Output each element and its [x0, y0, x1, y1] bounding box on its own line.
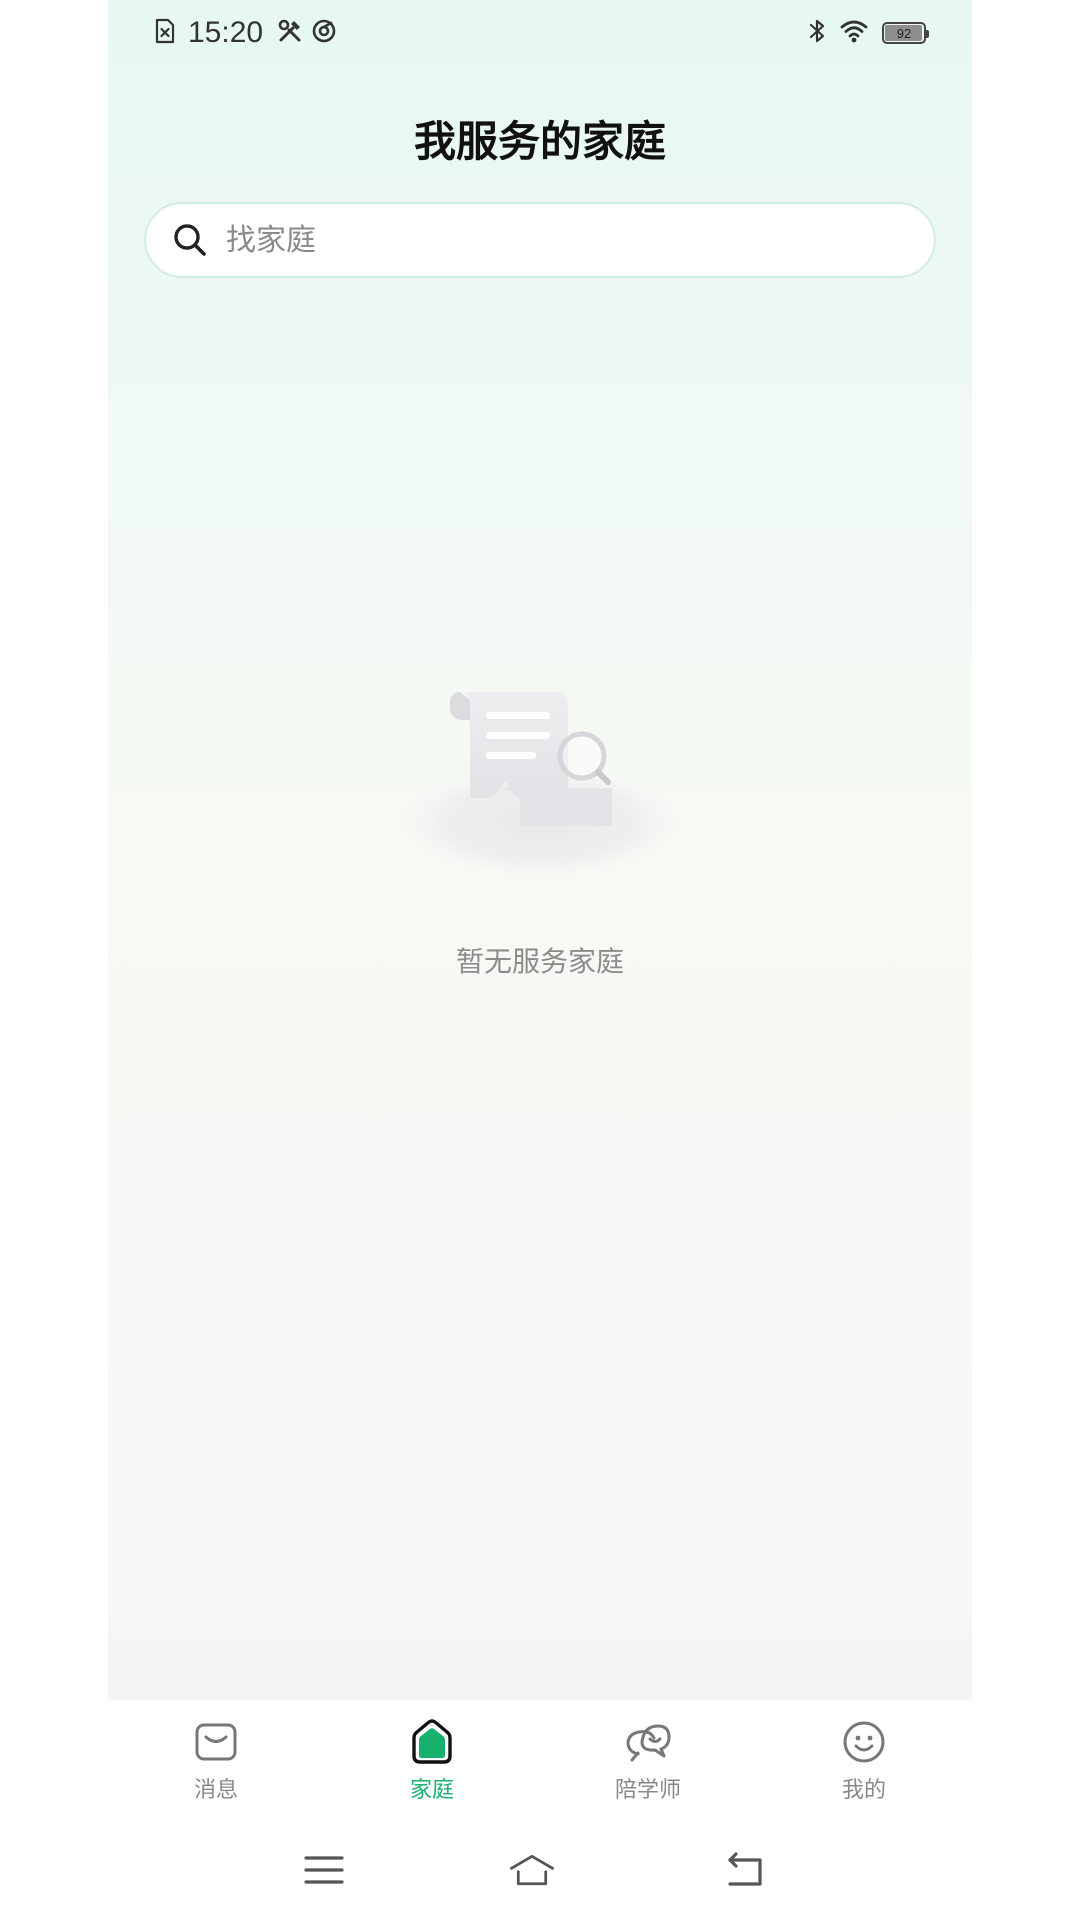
home-icon: [408, 1718, 456, 1766]
bottom-tab-bar: 消息 家庭 陪学师 我的: [108, 1700, 972, 1824]
empty-state-message: 暂无服务家庭: [455, 945, 624, 978]
sync-icon: [311, 18, 337, 48]
sim-error-icon: [154, 18, 176, 48]
search-icon: [172, 222, 208, 258]
smiley-icon: [840, 1718, 888, 1766]
status-time: 15:20: [188, 16, 264, 49]
tools-icon: [277, 18, 303, 48]
chat-bubbles-icon: [624, 1718, 672, 1766]
tab-tutors[interactable]: 陪学师: [540, 1700, 756, 1824]
tab-home[interactable]: 家庭: [324, 1700, 540, 1824]
status-bar: 15:20 92: [108, 0, 972, 66]
battery-level: 92: [896, 25, 912, 41]
menu-icon[interactable]: [300, 1846, 348, 1894]
tab-mine[interactable]: 我的: [756, 1700, 972, 1824]
tab-label: 消息: [193, 1778, 238, 1803]
system-nav-bar: [108, 1824, 972, 1920]
page-title: 我服务的家庭: [413, 117, 666, 166]
app-frame: 15:20 92 我服务的家庭 找家庭 暂无服务家庭 消息 家庭 陪学师 我的: [108, 0, 972, 1920]
tab-label: 家庭: [409, 1778, 454, 1803]
search-input[interactable]: [226, 222, 866, 258]
tab-messages[interactable]: 消息: [108, 1700, 324, 1824]
battery-tip: [926, 30, 929, 38]
status-bar-right: 92: [808, 14, 929, 52]
status-bar-left: 15:20: [154, 14, 337, 52]
wifi-icon: [840, 19, 868, 47]
back-icon[interactable]: [720, 1846, 768, 1894]
search-bar[interactable]: [144, 202, 936, 278]
bluetooth-icon: [808, 18, 826, 48]
tab-label: 陪学师: [614, 1778, 681, 1803]
empty-document-search-icon: [398, 680, 682, 880]
home-nav-icon[interactable]: [508, 1846, 556, 1894]
main-content: 15:20 92 我服务的家庭 找家庭 暂无服务家庭: [108, 0, 972, 1700]
battery-icon: 92: [882, 22, 929, 44]
tab-label: 我的: [841, 1778, 886, 1803]
message-icon: [192, 1718, 240, 1766]
